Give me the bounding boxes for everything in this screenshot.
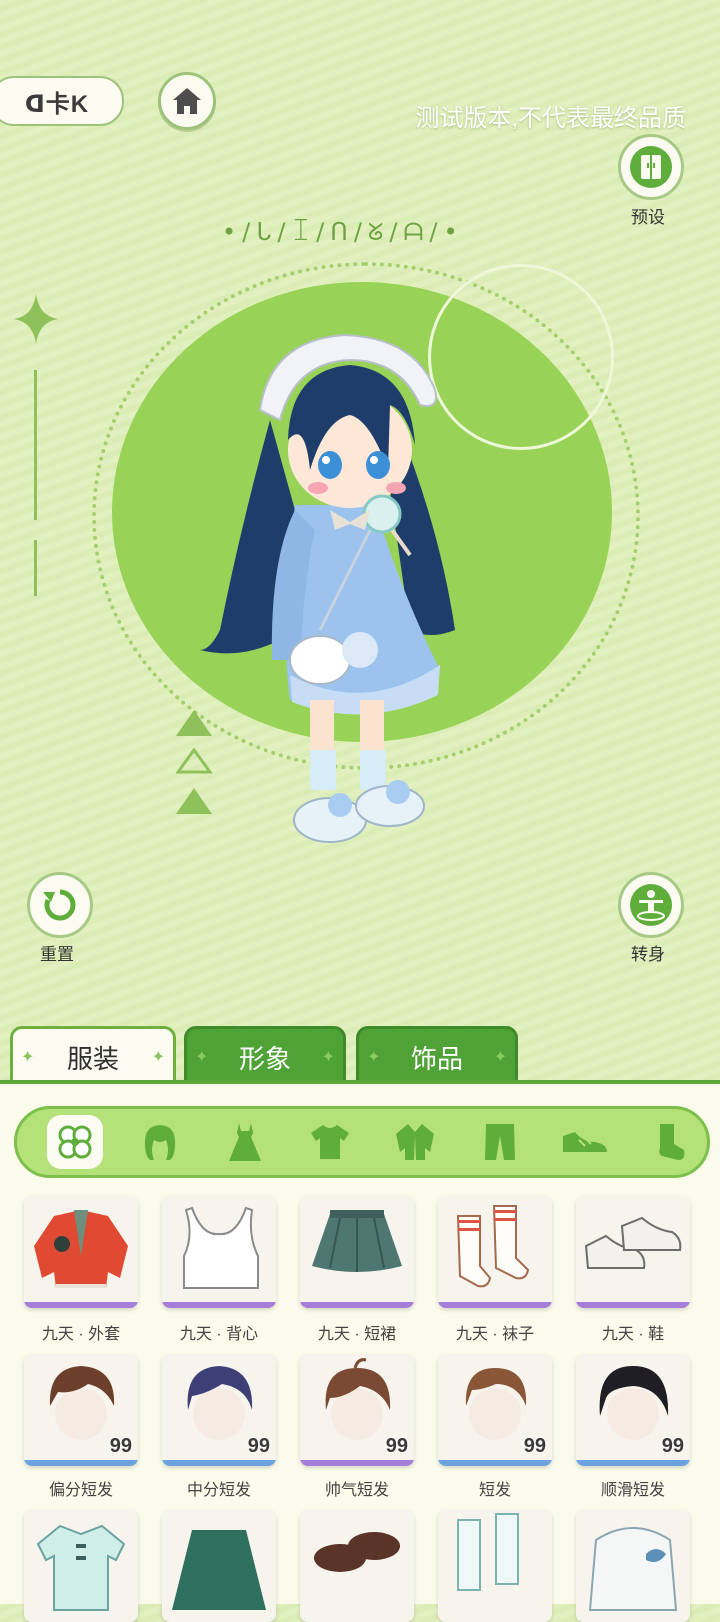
item-vest-card[interactable]: [162, 1196, 276, 1308]
item-label: 九天 · 背心: [179, 1326, 259, 1343]
turn-button[interactable]: [618, 872, 684, 938]
decorative-letters: •/ᒐ/ꀤ/ᑎ/ᘜ/ᗩ/•: [222, 218, 464, 246]
tab-clothing[interactable]: ✦ 服装 ✦: [10, 1026, 176, 1085]
item-top-card[interactable]: [24, 1510, 138, 1622]
pants-icon[interactable]: [475, 1117, 525, 1167]
white-vest-icon: [183, 1206, 259, 1289]
sparkle-icon: ✦: [367, 1049, 381, 1066]
white-socks-icon: [457, 1513, 519, 1591]
rarity-bar: [300, 1302, 414, 1308]
item-hair-card[interactable]: 99: [162, 1354, 276, 1466]
rarity-bar: [162, 1460, 276, 1466]
home-icon: [173, 88, 201, 114]
rarity-bar: [438, 1460, 552, 1466]
rarity-bar: [300, 1460, 414, 1466]
turn-label: 转身: [631, 945, 665, 964]
rarity-bar: [162, 1302, 276, 1308]
sparkle-icon: ✦: [195, 1049, 209, 1066]
tab-label: 饰品: [410, 1043, 463, 1074]
item-shoes-card[interactable]: [576, 1196, 690, 1308]
item-jacket-card[interactable]: [24, 1196, 138, 1308]
item-shoes-card[interactable]: [300, 1510, 414, 1622]
preset-label: 预设: [631, 208, 665, 227]
green-skirt-icon: [172, 1530, 266, 1610]
tab-bar: ✦ 服装 ✦ ✦ 形象 ✦ ✦ 饰品 ✦: [10, 1026, 710, 1088]
item-label: 帅气短发: [324, 1482, 389, 1499]
avatar-character[interactable]: [200, 330, 470, 870]
preset-button[interactable]: [618, 134, 684, 200]
sparkle-icon: ✦: [321, 1049, 335, 1066]
red-jacket-icon: [34, 1210, 128, 1288]
logo-text: ᗡ卡K: [24, 90, 90, 118]
tab-label: 服装: [66, 1043, 119, 1074]
item-top-card[interactable]: [576, 1510, 690, 1622]
item-count: 99: [661, 1435, 684, 1457]
sparkle-icon: ✦: [151, 1049, 165, 1066]
item-label: 短发: [478, 1482, 511, 1499]
item-count: 99: [247, 1435, 270, 1457]
reset-icon: [43, 889, 76, 921]
item-count: 99: [523, 1435, 546, 1457]
rotate-figure-icon: [630, 884, 672, 926]
tab-accessories[interactable]: ✦ 饰品 ✦: [356, 1026, 518, 1088]
item-label: 九天 · 外套: [41, 1326, 121, 1343]
item-skirt-card[interactable]: [162, 1510, 276, 1622]
beta-notice: 测试版本,不代表最终品质: [415, 105, 686, 132]
hair-icon[interactable]: [135, 1117, 185, 1167]
wardrobe-icon: [630, 146, 672, 188]
item-hair-card[interactable]: 99: [438, 1354, 552, 1466]
dress-icon[interactable]: [220, 1117, 270, 1167]
reset-label: 重置: [40, 945, 74, 964]
reset-button[interactable]: [27, 872, 93, 938]
item-socks-card[interactable]: [438, 1196, 552, 1308]
item-label: 九天 · 袜子: [455, 1326, 535, 1343]
tshirt-icon[interactable]: [305, 1117, 355, 1167]
tab-appearance[interactable]: ✦ 形象 ✦: [184, 1026, 346, 1088]
home-button[interactable]: [158, 72, 216, 130]
item-skirt-card[interactable]: [300, 1196, 414, 1308]
item-socks-card[interactable]: [438, 1510, 552, 1622]
item-count: 99: [109, 1435, 132, 1457]
item-label: 九天 · 短裙: [317, 1326, 397, 1343]
item-label: 偏分短发: [48, 1482, 113, 1499]
shoe-icon[interactable]: [560, 1117, 610, 1167]
sparkle-icon: ✦: [493, 1049, 507, 1066]
item-label: 九天 · 鞋: [601, 1326, 665, 1343]
category-bar: [14, 1106, 710, 1178]
sock-icon[interactable]: [645, 1117, 695, 1167]
item-count: 99: [385, 1435, 408, 1457]
pleated-skirt-icon: [312, 1210, 402, 1272]
rarity-bar: [438, 1302, 552, 1308]
white-sweater-icon: [588, 1527, 678, 1611]
item-hair-card[interactable]: 99: [576, 1354, 690, 1466]
rarity-bar: [24, 1460, 138, 1466]
sparkle-icon: [14, 294, 58, 344]
rarity-bar: [576, 1302, 690, 1308]
rarity-bar: [24, 1302, 138, 1308]
brown-loafers-icon: [314, 1532, 400, 1572]
jacket-icon[interactable]: [390, 1117, 440, 1167]
decor-line: [34, 540, 37, 596]
rarity-bar: [576, 1460, 690, 1466]
flower-icon[interactable]: [50, 1117, 100, 1167]
item-hair-card[interactable]: 99: [24, 1354, 138, 1466]
striped-socks-icon: [456, 1205, 530, 1288]
item-label: 顺滑短发: [600, 1482, 665, 1499]
item-hair-card[interactable]: 99: [300, 1354, 414, 1466]
tab-label: 形象: [238, 1043, 291, 1074]
game-logo-button[interactable]: ᗡ卡K: [0, 76, 124, 126]
item-label: 中分短发: [186, 1482, 251, 1499]
mint-shirt-icon: [36, 1524, 126, 1611]
white-sneakers-icon: [584, 1216, 682, 1269]
sparkle-icon: ✦: [21, 1049, 35, 1066]
decor-line: [34, 370, 37, 520]
